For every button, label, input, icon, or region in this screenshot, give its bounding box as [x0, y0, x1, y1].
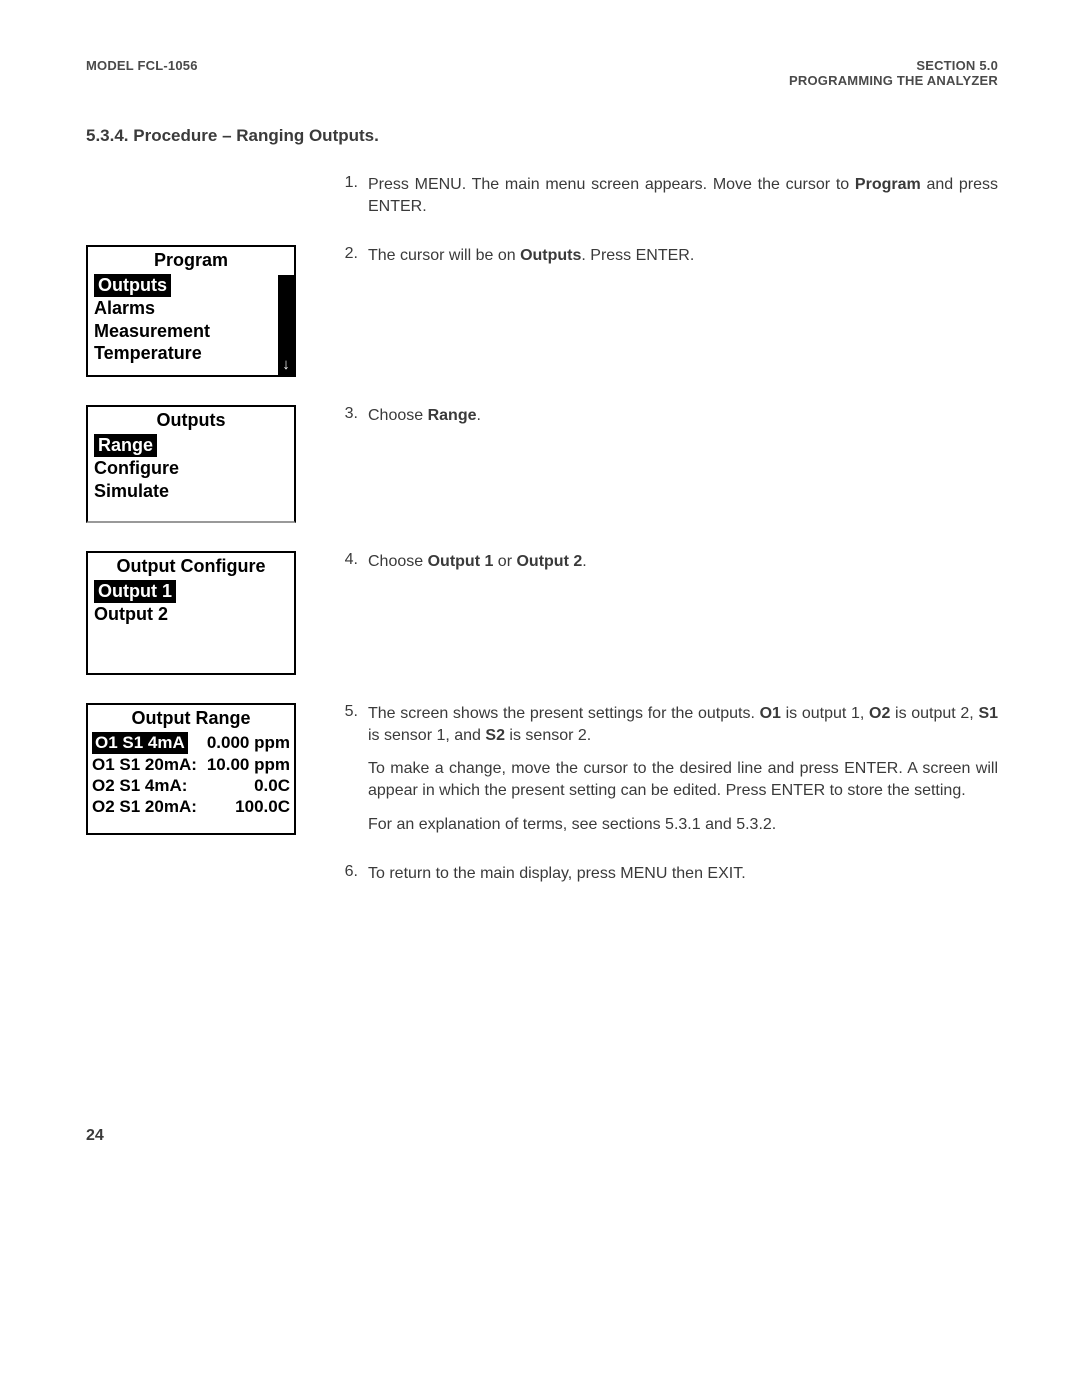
screen-output-range-title: Output Range	[88, 705, 294, 732]
step-5-p1d: is output 2,	[890, 705, 978, 722]
step-2-post: . Press ENTER.	[581, 247, 694, 264]
step-5-p1a: The screen shows the present settings fo…	[368, 705, 760, 722]
range-row-1-value: 0.000 ppm	[207, 732, 290, 754]
step-5-p1c: is output 1,	[781, 705, 869, 722]
step-5-p2: To make a change, move the cursor to the…	[368, 758, 998, 801]
range-row-4-label: O2 S1 20mA:	[92, 796, 197, 817]
header-right-line2: PROGRAMMING THE ANALYZER	[789, 73, 998, 88]
step-3-text: Choose Range.	[368, 405, 998, 427]
step-5-p3: For an explanation of terms, see section…	[368, 814, 998, 836]
page-header: MODEL FCL-1056 SECTION 5.0 PROGRAMMING T…	[86, 58, 998, 88]
step-3-pre: Choose	[368, 407, 428, 424]
range-row-3-value: 0.0C	[254, 775, 290, 796]
section-title: 5.3.4. Procedure – Ranging Outputs.	[86, 126, 998, 146]
range-row-2-value: 10.00 ppm	[207, 754, 290, 775]
step-2-number: 2.	[324, 245, 368, 267]
step-4-mid: or	[493, 553, 516, 570]
screen-program: Program Outputs Alarms Measurement Tempe…	[86, 245, 296, 377]
range-row-4-value: 100.0C	[235, 796, 290, 817]
range-row-1-label: O1 S1 4mA	[92, 732, 188, 754]
page-number: 24	[86, 1127, 104, 1145]
step-6-text: To return to the main display, press MEN…	[368, 863, 998, 885]
menu-item-configure[interactable]: Configure	[88, 457, 294, 480]
step-1-bold: Program	[855, 176, 921, 193]
step-3-number: 3.	[324, 405, 368, 427]
menu-item-temperature[interactable]: Temperature	[88, 342, 294, 365]
step-5-b1: O1	[760, 705, 781, 722]
step-2-pre: The cursor will be on	[368, 247, 520, 264]
step-2-text: The cursor will be on Outputs. Press ENT…	[368, 245, 998, 267]
step-1-pre: Press MENU. The main menu screen appears…	[368, 176, 855, 193]
step-3-bold: Range	[428, 407, 477, 424]
screen-output-configure-title: Output Configure	[88, 553, 294, 580]
header-left: MODEL FCL-1056	[86, 58, 198, 88]
step-4-text: Choose Output 1 or Output 2.	[368, 551, 998, 573]
step-5-p1f: is sensor 2.	[505, 727, 591, 744]
menu-item-range[interactable]: Range	[88, 434, 294, 458]
screen-outputs-title: Outputs	[88, 407, 294, 434]
step-6-text-content: To return to the main display, press MEN…	[368, 863, 998, 885]
step-4-bold2: Output 2	[516, 553, 582, 570]
step-1-number: 1.	[324, 174, 368, 217]
range-row-1[interactable]: O1 S1 4mA 0.000 ppm	[88, 732, 294, 754]
header-right-line1: SECTION 5.0	[789, 58, 998, 73]
step-4-post: .	[582, 553, 586, 570]
scrollbar[interactable]: ↓	[278, 275, 294, 375]
range-row-3[interactable]: O2 S1 4mA: 0.0C	[88, 775, 294, 796]
step-5-number: 5.	[324, 703, 368, 835]
step-4-bold1: Output 1	[428, 553, 494, 570]
step-5-p1e: is sensor 1, and	[368, 727, 485, 744]
step-3-post: .	[477, 407, 481, 424]
arrow-down-icon: ↓	[278, 357, 294, 372]
menu-item-output-2[interactable]: Output 2	[88, 603, 294, 626]
range-row-2-label: O1 S1 20mA:	[92, 754, 197, 775]
range-row-3-label: O2 S1 4mA:	[92, 775, 187, 796]
step-4-number: 4.	[324, 551, 368, 573]
screen-program-title: Program	[88, 247, 294, 274]
step-6-number: 6.	[324, 863, 368, 885]
menu-item-output-1[interactable]: Output 1	[88, 580, 294, 604]
step-5-b3: S1	[978, 705, 998, 722]
step-1-text: Press MENU. The main menu screen appears…	[368, 174, 998, 217]
screen-output-range: Output Range O1 S1 4mA 0.000 ppm O1 S1 2…	[86, 703, 296, 835]
screen-output-configure: Output Configure Output 1 Output 2	[86, 551, 296, 675]
range-row-4[interactable]: O2 S1 20mA: 100.0C	[88, 796, 294, 817]
screen-outputs: Outputs Range Configure Simulate	[86, 405, 296, 523]
menu-item-alarms[interactable]: Alarms	[88, 297, 294, 320]
step-2-bold: Outputs	[520, 247, 581, 264]
step-4-pre: Choose	[368, 553, 428, 570]
menu-item-outputs[interactable]: Outputs	[88, 274, 294, 298]
menu-item-simulate[interactable]: Simulate	[88, 480, 294, 503]
menu-item-measurement[interactable]: Measurement	[88, 320, 294, 343]
step-5-text: The screen shows the present settings fo…	[368, 703, 998, 835]
step-5-b2: O2	[869, 705, 890, 722]
range-row-2[interactable]: O1 S1 20mA: 10.00 ppm	[88, 754, 294, 775]
step-5-b4: S2	[485, 727, 505, 744]
